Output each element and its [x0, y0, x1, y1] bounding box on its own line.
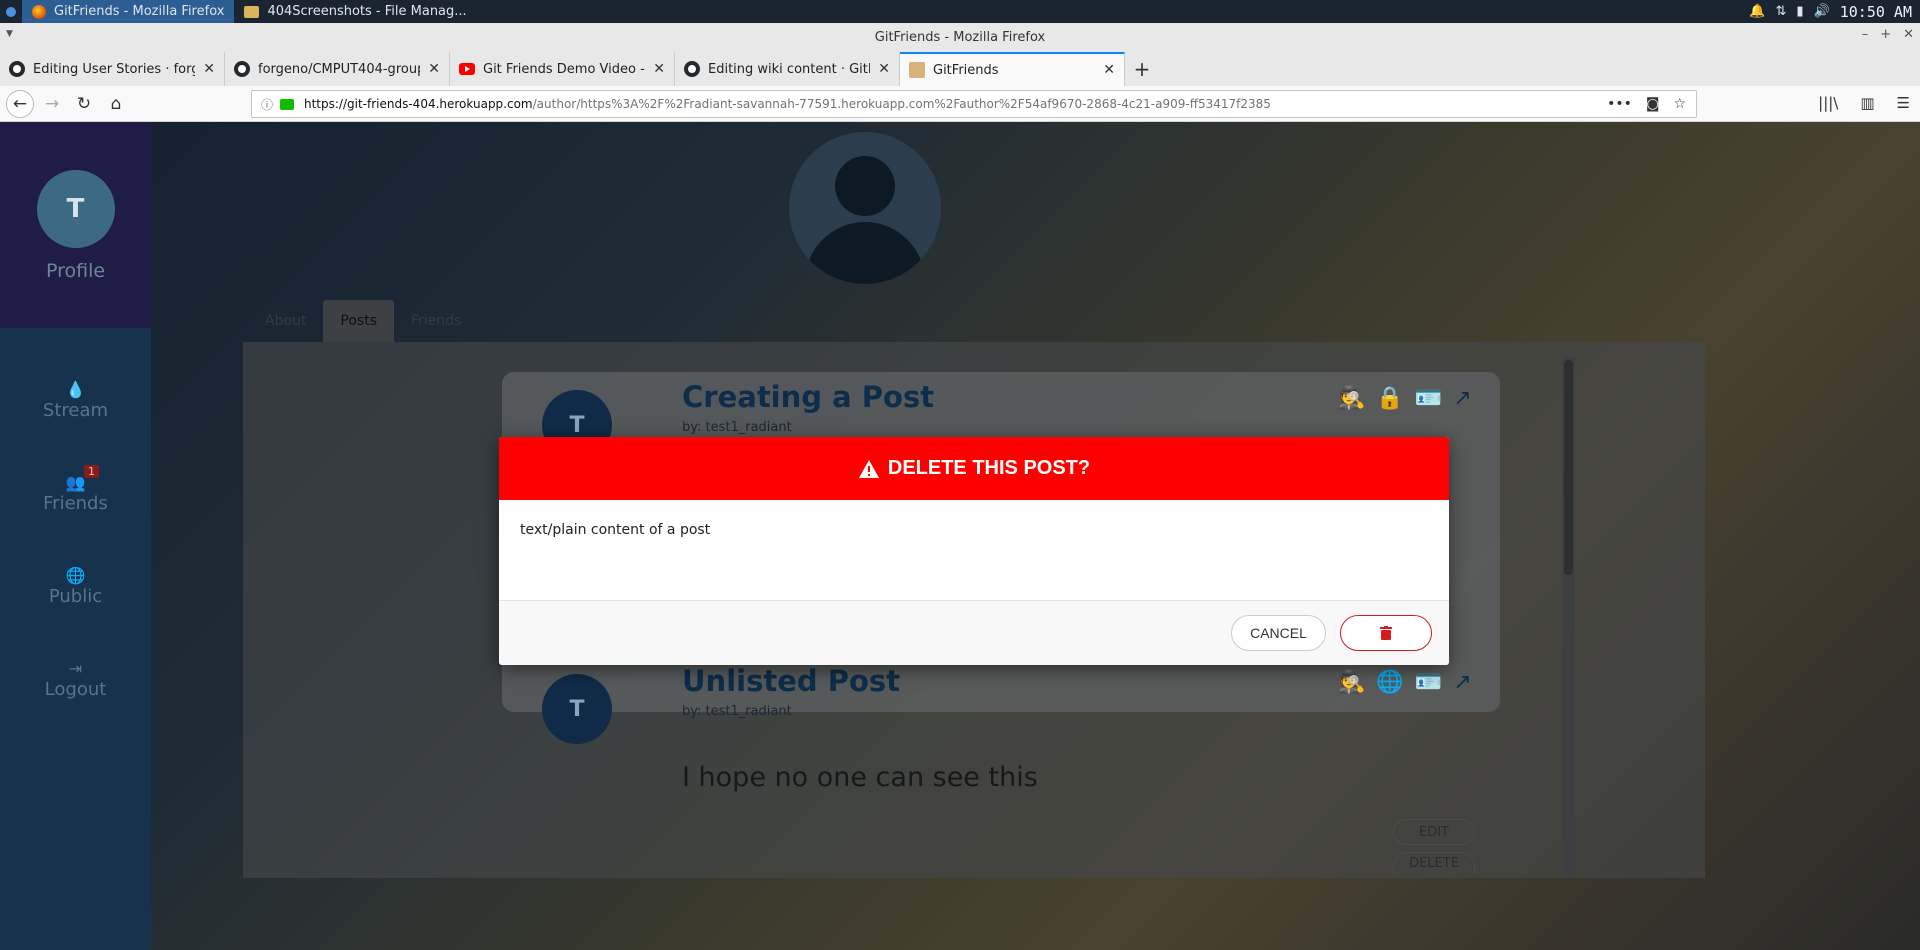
- github-icon: [234, 61, 250, 77]
- home-button[interactable]: ⌂: [102, 90, 130, 118]
- close-tab-icon[interactable]: ✕: [1103, 62, 1115, 78]
- bell-icon[interactable]: 🔔: [1749, 4, 1765, 19]
- page-actions-icon[interactable]: •••: [1607, 96, 1632, 112]
- tab-demo-video[interactable]: Git Friends Demo Video - You ✕: [450, 52, 675, 86]
- folder-icon: [244, 5, 260, 18]
- info-icon[interactable]: ⓘ: [256, 96, 278, 113]
- launcher-icon: [6, 6, 16, 17]
- url-path: /author/https%3A%2F%2Fradiant-savannah-7…: [532, 97, 1271, 111]
- close-window-icon[interactable]: ✕: [1903, 27, 1914, 42]
- system-tray: 🔔 ⇅ ▮ 🔊 10:50 AM: [1749, 3, 1920, 21]
- github-icon: [684, 61, 700, 77]
- tab-editing-wiki[interactable]: Editing wiki content · GitHub ✕: [675, 52, 900, 86]
- tab-strip: Editing User Stories · forgeno ✕ forgeno…: [0, 52, 1920, 86]
- youtube-icon: [459, 63, 475, 75]
- minimize-icon[interactable]: –: [1862, 27, 1869, 42]
- network-icon[interactable]: ⇅: [1776, 4, 1787, 19]
- lock-icon[interactable]: [280, 98, 294, 110]
- new-tab-button[interactable]: +: [1125, 52, 1159, 86]
- tab-label: Editing User Stories · forgeno: [33, 61, 195, 77]
- tab-forgeno-repo[interactable]: forgeno/CMPUT404-group-pr ✕: [225, 52, 450, 86]
- dialog-footer: CANCEL: [499, 601, 1449, 665]
- window-title: GitFriends - Mozilla Firefox: [874, 30, 1046, 45]
- close-tab-icon[interactable]: ✕: [653, 61, 665, 77]
- taskbar-item-firefox[interactable]: GitFriends - Mozilla Firefox: [22, 0, 235, 23]
- reload-button[interactable]: ↻: [70, 90, 98, 118]
- dialog-header: DELETE THIS POST?: [499, 437, 1449, 500]
- url-host: https://git-friends-404.herokuapp.com: [304, 97, 533, 111]
- tab-label: Git Friends Demo Video - You: [483, 61, 645, 77]
- clock[interactable]: 10:50 AM: [1840, 3, 1912, 21]
- pocket-icon[interactable]: ◙: [1646, 96, 1660, 112]
- confirm-delete-button[interactable]: [1340, 615, 1432, 651]
- dialog-body: text/plain content of a post: [499, 500, 1449, 601]
- taskbar-item-file-manager[interactable]: 404Screenshots - File Manag...: [234, 0, 476, 23]
- window-titlebar: ▼ GitFriends - Mozilla Firefox – + ✕: [0, 23, 1920, 52]
- maximize-icon[interactable]: +: [1880, 27, 1891, 42]
- window-menu-icon[interactable]: ▼: [6, 29, 13, 39]
- library-icon[interactable]: |||\: [1818, 94, 1838, 112]
- app-launcher[interactable]: [0, 0, 22, 23]
- taskbar-item-label: 404Screenshots - File Manag...: [267, 4, 467, 19]
- trash-icon: [1380, 626, 1392, 640]
- tab-label: forgeno/CMPUT404-group-pr: [258, 61, 420, 77]
- navigation-toolbar: ← → ↻ ⌂ ⓘ https://git-friends-404.heroku…: [0, 86, 1920, 122]
- hamburger-menu-icon[interactable]: ☰: [1897, 94, 1910, 112]
- volume-icon[interactable]: 🔊: [1814, 4, 1830, 19]
- gitfriends-icon: [909, 62, 925, 78]
- tab-editing-user-stories[interactable]: Editing User Stories · forgeno ✕: [0, 52, 225, 86]
- delete-confirm-dialog: DELETE THIS POST? text/plain content of …: [499, 437, 1449, 665]
- tab-label: Editing wiki content · GitHub: [708, 61, 870, 77]
- cancel-button[interactable]: CANCEL: [1231, 615, 1326, 651]
- github-icon: [9, 61, 25, 77]
- close-tab-icon[interactable]: ✕: [428, 61, 440, 77]
- dialog-title: DELETE THIS POST?: [887, 457, 1091, 479]
- close-tab-icon[interactable]: ✕: [203, 61, 215, 77]
- warning-icon: [858, 459, 879, 478]
- tab-gitfriends[interactable]: GitFriends ✕: [900, 52, 1125, 86]
- tab-label: GitFriends: [933, 62, 999, 78]
- desktop-taskbar: GitFriends - Mozilla Firefox 404Screensh…: [0, 0, 1920, 23]
- forward-button[interactable]: →: [38, 90, 66, 118]
- close-tab-icon[interactable]: ✕: [878, 61, 890, 77]
- bookmark-star-icon[interactable]: ☆: [1673, 96, 1686, 112]
- back-button[interactable]: ←: [6, 89, 34, 118]
- taskbar-item-label: GitFriends - Mozilla Firefox: [54, 4, 225, 19]
- firefox-icon: [32, 4, 46, 19]
- url-bar[interactable]: ⓘ https://git-friends-404.herokuapp.com …: [251, 90, 1697, 118]
- page-content: T Profile 💧 Stream 1 👥 Friends 🌐 Public …: [0, 122, 1920, 950]
- battery-icon[interactable]: ▮: [1796, 4, 1803, 19]
- sidebar-toggle-icon[interactable]: ▥: [1860, 94, 1874, 112]
